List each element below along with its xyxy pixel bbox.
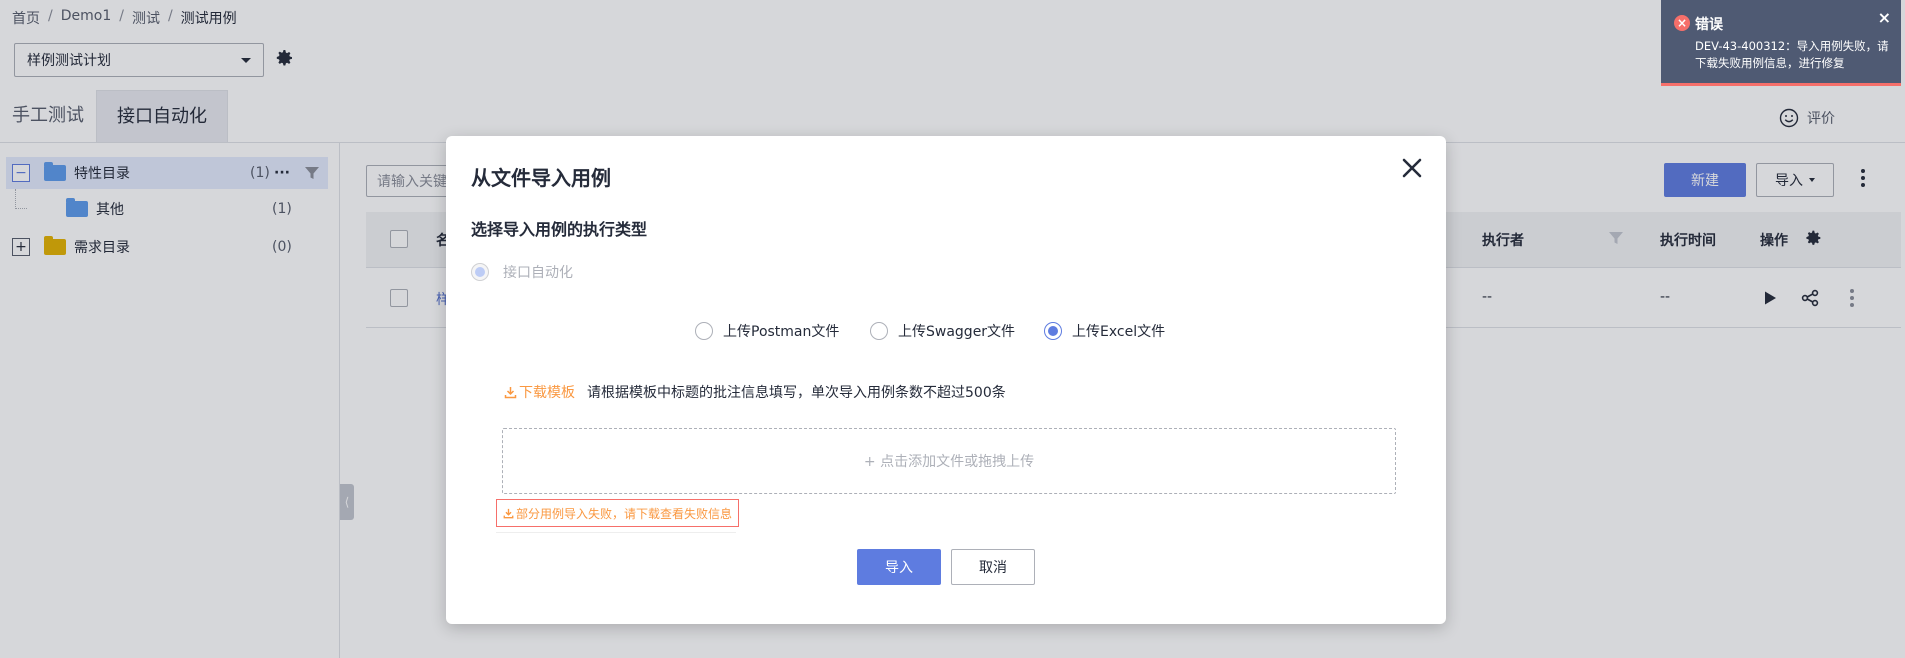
download-icon bbox=[503, 508, 514, 518]
toast-title: 错误 bbox=[1695, 17, 1723, 33]
exec-type-label: 接口自动化 bbox=[503, 265, 573, 281]
toast-message: DEV-43-400312：导入用例失败，请下载失败用例信息，进行修复 bbox=[1695, 39, 1889, 70]
file-dropzone[interactable]: + 点击添加文件或拖拽上传 bbox=[502, 428, 1396, 494]
import-dialog: 从文件导入用例 选择导入用例的执行类型 接口自动化 上传Postman文件 上传… bbox=[446, 136, 1446, 624]
download-template-label: 下载模板 bbox=[519, 385, 575, 401]
dialog-title: 从文件导入用例 bbox=[471, 166, 611, 190]
error-toast: × 错误 × DEV-43-400312：导入用例失败，请下载失败用例信息，进行… bbox=[1661, 0, 1901, 86]
upload-option-label: 上传Postman文件 bbox=[723, 324, 840, 340]
upload-radio-excel[interactable]: 上传Excel文件 bbox=[1044, 321, 1165, 341]
close-icon[interactable] bbox=[1398, 154, 1426, 182]
dialog-import-button[interactable]: 导入 bbox=[857, 549, 941, 585]
template-download-row: 下载模板 请根据模板中标题的批注信息填写，单次导入用例条数不超过500条 bbox=[504, 382, 1006, 402]
exec-type-heading: 选择导入用例的执行类型 bbox=[471, 220, 648, 239]
upload-radio-postman[interactable]: 上传Postman文件 bbox=[695, 321, 839, 341]
error-icon: × bbox=[1674, 15, 1690, 31]
exec-type-radio-api[interactable]: 接口自动化 bbox=[471, 262, 573, 282]
download-failures-link[interactable]: 部分用例导入失败，请下载查看失败信息 bbox=[496, 499, 740, 527]
upload-option-label: 上传Swagger文件 bbox=[898, 324, 1016, 340]
radio-icon bbox=[471, 263, 489, 281]
radio-icon bbox=[870, 322, 888, 340]
download-icon bbox=[504, 386, 517, 398]
upload-option-label: 上传Excel文件 bbox=[1072, 324, 1166, 340]
dropzone-text: + 点击添加文件或拖拽上传 bbox=[863, 454, 1035, 470]
close-icon[interactable]: × bbox=[1878, 8, 1891, 27]
divider bbox=[496, 532, 736, 533]
download-failures-label: 部分用例导入失败，请下载查看失败信息 bbox=[516, 506, 733, 521]
template-hint: 请根据模板中标题的批注信息填写，单次导入用例条数不超过500条 bbox=[587, 385, 1006, 401]
download-template-link[interactable]: 下载模板 bbox=[504, 382, 575, 402]
upload-radio-swagger[interactable]: 上传Swagger文件 bbox=[870, 321, 1015, 341]
radio-icon bbox=[1044, 322, 1062, 340]
radio-icon bbox=[695, 322, 713, 340]
dialog-cancel-button[interactable]: 取消 bbox=[951, 549, 1035, 585]
